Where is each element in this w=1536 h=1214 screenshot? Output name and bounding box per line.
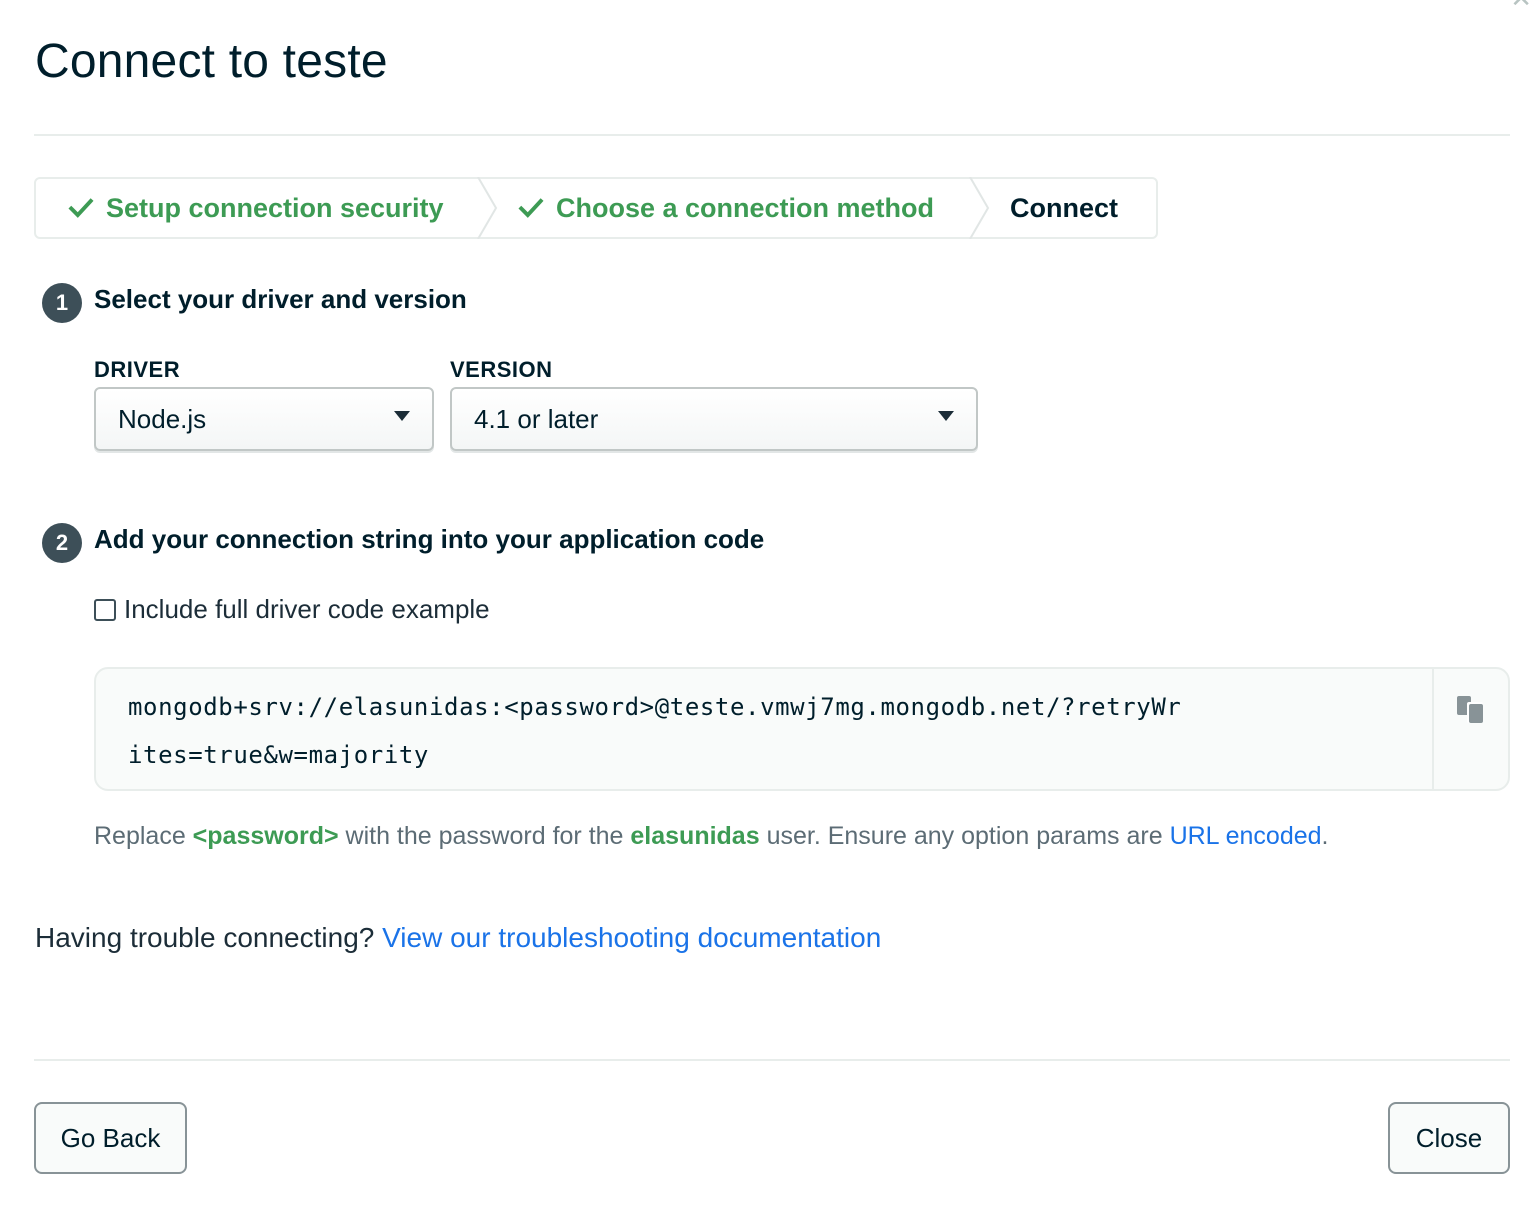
password-token: <password> [192,822,339,850]
step-setup-security[interactable]: Setup connection security [68,179,444,237]
full-driver-code-checkbox-row[interactable]: Include full driver code example [94,594,490,625]
close-icon[interactable]: ✕ [1510,0,1532,12]
step-label: Setup connection security [106,192,444,223]
note-text: with the password for the [338,822,631,850]
note-text: user. Ensure any option params are [759,822,1170,850]
username: elasunidas [630,822,760,850]
driver-select[interactable]: Node.js [94,387,434,451]
step-separator [477,177,498,239]
connection-string-box: mongodb+srv://elasunidas:<password>@test… [94,667,1510,791]
caret-down-icon [938,411,954,421]
step-label: Choose a connection method [556,192,935,223]
caret-down-icon [394,411,410,421]
url-encoded-link[interactable]: URL encoded [1170,822,1322,850]
note-text: . [1321,822,1329,850]
header-divider [34,134,1510,136]
driver-select-value: Node.js [118,403,207,434]
step-label: Connect [1010,192,1118,223]
step-number-badge: 1 [42,283,82,323]
troubleshooting-link[interactable]: View our troubleshooting documentation [382,922,881,953]
version-label: VERSION [450,357,553,382]
connection-string[interactable]: mongodb+srv://elasunidas:<password>@test… [128,683,1188,779]
checkbox-label: Include full driver code example [124,594,490,624]
section-title-connection-string: Add your connection string into your app… [94,524,765,554]
troubleshooting-row: Having trouble connecting? View our trou… [35,922,881,954]
step-number-badge: 2 [42,523,82,563]
step-separator [969,177,990,239]
full-driver-code-checkbox[interactable] [94,598,116,621]
progress-stepper: Setup connection security Choose a conne… [34,177,1158,239]
section-title-driver: Select your driver and version [94,284,467,314]
version-select-value: 4.1 or later [474,403,599,434]
page-title: Connect to teste [35,35,388,88]
step-connect: Connect [1010,179,1118,237]
copy-icon [1457,696,1483,723]
version-select[interactable]: 4.1 or later [450,387,978,451]
go-back-button[interactable]: Go Back [34,1102,187,1174]
copy-button[interactable] [1454,693,1488,727]
note-text: Replace [94,822,193,850]
close-button[interactable]: Close [1388,1102,1510,1174]
replace-password-note: Replace <password> with the password for… [94,822,1328,851]
trouble-text: Having trouble connecting? [35,922,383,953]
checkmark-icon [518,198,544,218]
checkmark-icon [68,198,94,218]
copy-divider [1432,669,1434,789]
step-choose-method[interactable]: Choose a connection method [518,179,934,237]
footer-divider [34,1059,1510,1061]
driver-label: DRIVER [94,357,181,382]
